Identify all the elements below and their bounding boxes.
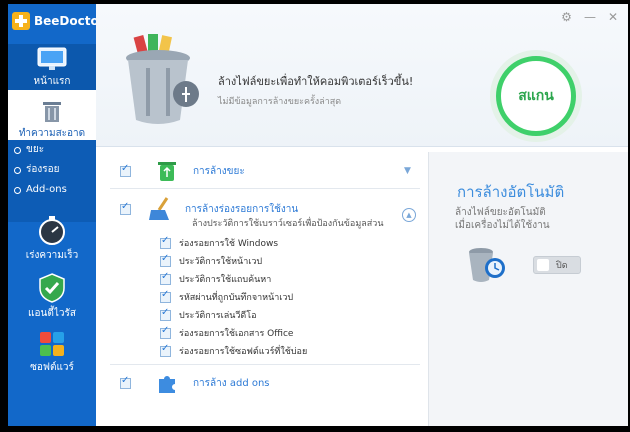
trash-bin-illustration-icon [126, 34, 199, 124]
trace-item[interactable]: ประวัติการใช้หน้าเวป [160, 252, 262, 270]
nav-software[interactable]: ซอฟต์แวร์ [8, 330, 96, 378]
divider [110, 188, 420, 189]
bullet-icon [14, 166, 21, 174]
junk-title: การล้างขยะ [193, 165, 245, 177]
traces-checkbox[interactable] [120, 201, 131, 215]
puzzle-icon [159, 376, 175, 393]
bullet-icon [14, 186, 21, 194]
monitor-icon [37, 47, 67, 70]
header-subtitle: ไม่มีข้อมูลการล้างขยะครั้งล่าสุด [218, 97, 342, 107]
expand-chevron-icon[interactable]: ▼ [404, 166, 411, 176]
sidebar: BeeDoctor หน้าแรก ทำความสะอาด ขยะ ร่องรอ… [8, 4, 105, 426]
junk-checkbox[interactable] [120, 163, 131, 177]
nav-software-label: ซอฟต์แวร์ [30, 362, 74, 373]
close-icon[interactable]: ✕ [608, 10, 618, 24]
traces-description: ล้างประวัติการใช้เบราว์เซอร์เพื่อป้องกัน… [192, 219, 384, 229]
trace-item-checkbox[interactable] [160, 253, 171, 267]
trace-item-label: ประวัติการใช้แถบค้นหา [179, 275, 272, 285]
trace-item-label: ประวัติการเล่นวีดีโอ [179, 311, 257, 321]
app-logo-icon [12, 12, 30, 30]
header-title: ล้างไฟล์ขยะเพื่อทำให้คอมพิวเตอร์เร็วขึ้น… [218, 75, 414, 88]
sub-item-addons[interactable]: Add-ons [8, 180, 96, 200]
sub-item-label: Add-ons [26, 184, 67, 195]
apps-icon [40, 332, 64, 356]
recycle-icon [158, 162, 176, 181]
window-controls: ⚙ — ✕ [561, 10, 618, 24]
auto-clean-description: ล้างไฟล์ขยะอัตโนมัติ เมื่อเครื่องไม่ได้ใ… [455, 206, 550, 232]
addons-row[interactable]: การล้าง add ons [120, 368, 270, 398]
scan-button[interactable]: สแกน [496, 56, 576, 136]
auto-desc-line2: เมื่อเครื่องไม่ได้ใช้งาน [455, 220, 550, 231]
auto-desc-line1: ล้างไฟล์ขยะอัตโนมัติ [455, 207, 546, 218]
header-text: ล้างไฟล์ขยะเพื่อทำให้คอมพิวเตอร์เร็วขึ้น… [218, 72, 413, 108]
trace-item[interactable]: ร่องรอยการใช้ซอฟต์แวร์ที่ใช้บ่อย [160, 342, 307, 360]
addons-title: การล้าง add ons [193, 377, 270, 389]
collapse-chevron-icon[interactable]: ▲ [402, 208, 416, 222]
auto-clean-trash-clock-icon [469, 248, 505, 282]
traces-title: การล้างร่องรอยการใช้งาน [185, 203, 299, 215]
trace-item[interactable]: ร่องรอยการใช้เอกสาร Office [160, 324, 293, 342]
nav-clean[interactable]: ทำความสะอาด [8, 90, 104, 140]
settings-icon[interactable]: ⚙ [561, 10, 572, 24]
trace-item-label: ร่องรอยการใช้เอกสาร Office [179, 329, 294, 339]
brand: BeeDoctor [12, 8, 105, 34]
divider [110, 364, 420, 365]
trace-item-checkbox[interactable] [160, 271, 171, 285]
nav-antivirus-label: แอนตี้ไวรัส [28, 308, 76, 319]
clean-options-list: การล้างขยะ ▼ การล้างร่องรอยการใช้งาน ล้า… [104, 152, 428, 426]
trace-item[interactable]: ประวัติการใช้แถบค้นหา [160, 270, 271, 288]
auto-clean-toggle[interactable]: ปิด [533, 256, 581, 274]
junk-row[interactable]: การล้างขยะ ▼ [120, 156, 411, 186]
trace-item[interactable]: รหัสผ่านที่ถูกบันทึกจาหน้าเวป [160, 288, 293, 306]
trace-item-checkbox[interactable] [160, 307, 171, 321]
trace-item[interactable]: ประวัติการเล่นวีดีโอ [160, 306, 257, 324]
broom-icon [149, 197, 169, 220]
auto-clean-title: การล้างอัตโนมัติ [457, 183, 565, 201]
toggle-knob [537, 259, 549, 271]
sub-item-label: ขยะ [26, 144, 45, 155]
app-window: BeeDoctor หน้าแรก ทำความสะอาด ขยะ ร่องรอ… [8, 4, 628, 426]
minimize-icon[interactable]: — [584, 10, 596, 24]
sub-item-junk[interactable]: ขยะ [8, 140, 96, 160]
sub-item-traces[interactable]: ร่องรอย [8, 160, 96, 180]
bullet-icon [14, 146, 21, 154]
trace-item-label: รหัสผ่านที่ถูกบันทึกจาหน้าเวป [179, 293, 294, 303]
trace-item-checkbox[interactable] [160, 289, 171, 303]
trace-item-checkbox[interactable] [160, 325, 171, 339]
nav-speed-label: เร่งความเร็ว [25, 250, 79, 261]
clean-sub-nav: ขยะ ร่องรอย Add-ons [8, 140, 96, 222]
nav-home-label: หน้าแรก [33, 76, 71, 87]
sub-item-label: ร่องรอย [26, 164, 60, 175]
addons-checkbox[interactable] [120, 375, 131, 389]
trace-item-label: ประวัติการใช้หน้าเวป [179, 257, 263, 267]
auto-clean-panel: การล้างอัตโนมัติ ล้างไฟล์ขยะอัตโนมัติ เม… [428, 152, 628, 426]
app-title: BeeDoctor [34, 14, 105, 28]
toggle-label: ปิด [556, 261, 568, 271]
nav-speed[interactable]: เร่งความเร็ว [8, 214, 96, 268]
trace-item[interactable]: ร่องรอยการใช้ Windows [160, 234, 278, 252]
trash-icon [43, 102, 61, 122]
stopwatch-icon [39, 216, 65, 245]
trace-item-checkbox[interactable] [160, 343, 171, 357]
trace-item-label: ร่องรอยการใช้ Windows [179, 239, 279, 249]
trace-item-label: ร่องรอยการใช้ซอฟต์แวร์ที่ใช้บ่อย [179, 347, 308, 357]
nav-home[interactable]: หน้าแรก [8, 44, 96, 90]
shield-icon [39, 273, 65, 303]
nav-antivirus[interactable]: แอนตี้ไวรัส [8, 272, 96, 326]
trace-item-checkbox[interactable] [160, 235, 171, 249]
nav-clean-label: ทำความสะอาด [18, 128, 86, 139]
